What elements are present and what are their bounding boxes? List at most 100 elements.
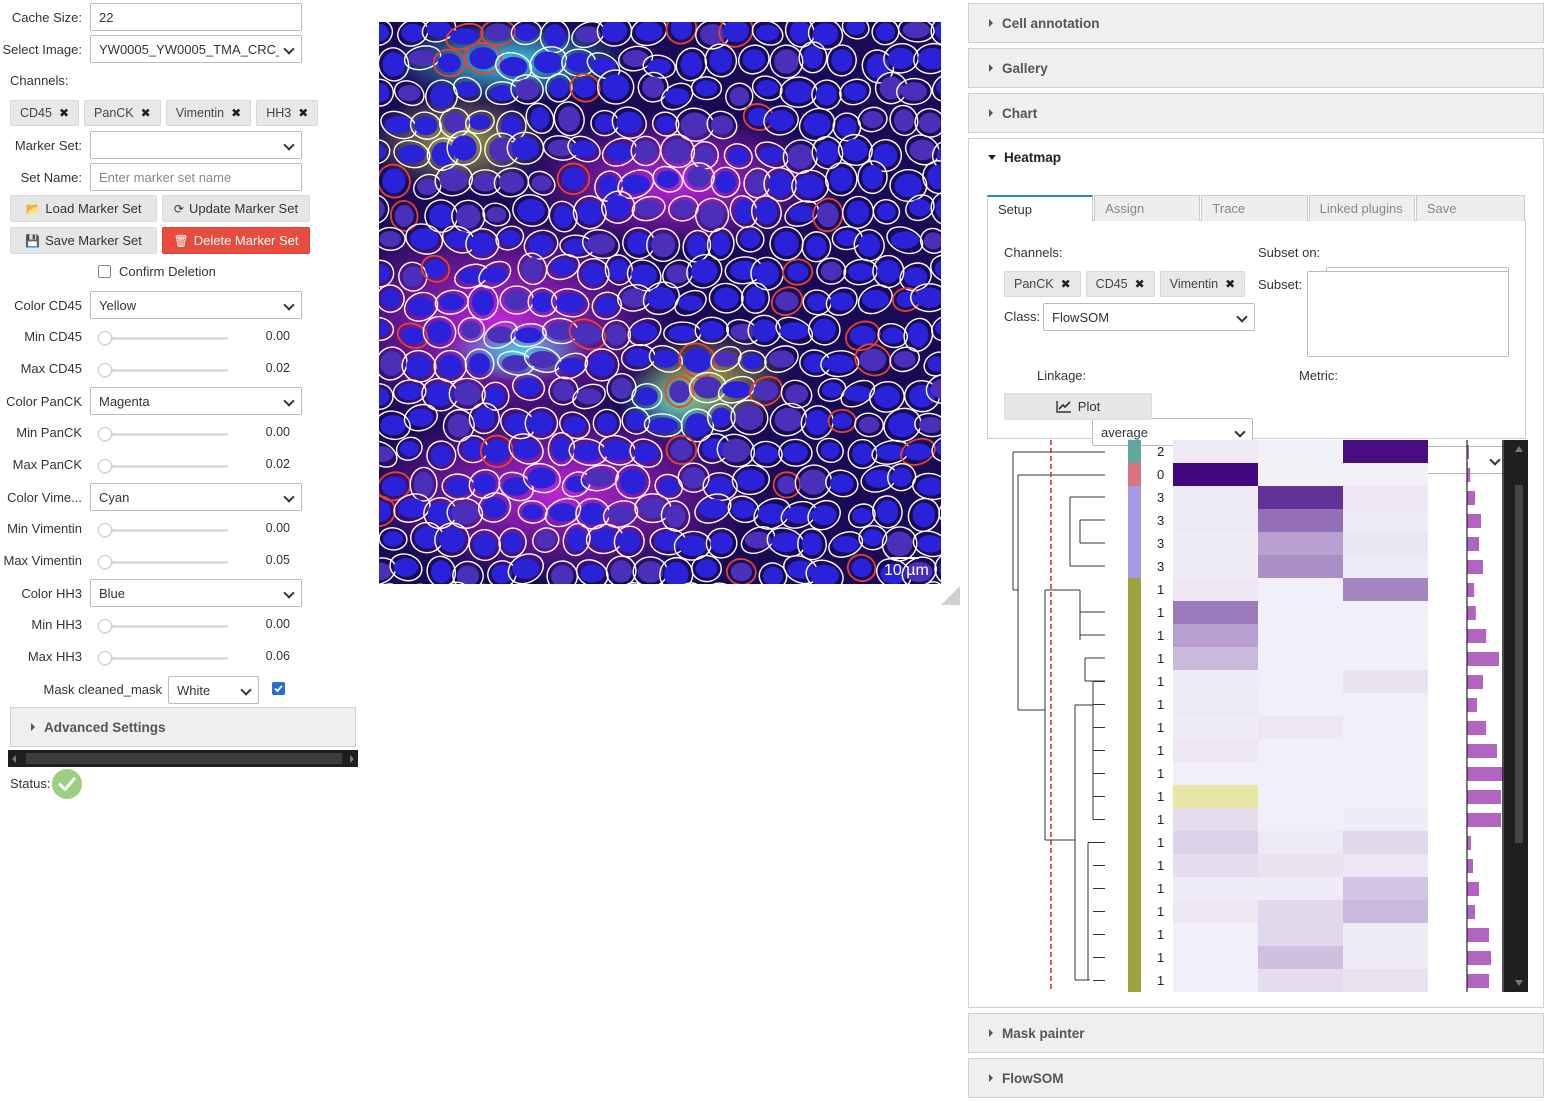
slider-thumb[interactable]: [98, 459, 112, 473]
save-marker-set-button[interactable]: 💾 Save Marker Set: [10, 227, 157, 254]
confirm-deletion-checkbox[interactable]: [98, 265, 111, 278]
heatmap-cell: [1343, 739, 1428, 762]
nucleus: [821, 382, 843, 398]
nucleus: [815, 84, 838, 106]
min-vimentin-slider[interactable]: [98, 523, 228, 537]
heatmap-cell: [1343, 831, 1428, 854]
nucleus: [536, 531, 556, 549]
channel-tag-panck[interactable]: PanCK ✖: [1004, 271, 1081, 297]
nucleus: [425, 259, 446, 278]
nucleus: [633, 443, 659, 463]
min-cd45-slider[interactable]: [98, 331, 228, 345]
max-vimentin-slider[interactable]: [98, 555, 228, 569]
channel-tag-vimentin[interactable]: Vimentin ✖: [1159, 271, 1246, 297]
tab-setup[interactable]: Setup: [987, 195, 1094, 222]
tab-linked-plugins[interactable]: Linked plugins: [1308, 195, 1415, 221]
min-hh3-slider[interactable]: [98, 619, 228, 633]
button-label: Load Marker Set: [45, 201, 142, 216]
set-name-input[interactable]: Enter marker set name: [90, 163, 302, 191]
remove-icon[interactable]: ✖: [298, 106, 308, 120]
nucleus: [502, 477, 530, 496]
nucleus: [451, 135, 477, 161]
heatmap-cell: [1343, 877, 1428, 900]
class-color-strip: [1128, 509, 1141, 532]
heatmap-cell: [1258, 601, 1343, 624]
min-panck-slider[interactable]: [98, 427, 228, 441]
class-color-strip: [1128, 831, 1141, 854]
cache-size-input[interactable]: 22: [90, 3, 302, 31]
subset-listbox[interactable]: [1307, 271, 1509, 357]
accordion-mask-painter[interactable]: Mask painter: [968, 1013, 1544, 1053]
color-cd45-dropdown[interactable]: Yellow: [90, 291, 302, 319]
remove-icon[interactable]: ✖: [231, 106, 241, 120]
marker-set-dropdown[interactable]: [90, 131, 302, 159]
class-dropdown[interactable]: FlowSOM: [1043, 303, 1255, 331]
scrollbar-thumb[interactable]: [1515, 485, 1523, 843]
slider-thumb[interactable]: [98, 331, 112, 345]
tab-save[interactable]: Save: [1415, 195, 1525, 221]
scroll-right-icon[interactable]: [350, 755, 354, 763]
remove-icon[interactable]: ✖: [1135, 277, 1145, 291]
max-hh3-slider[interactable]: [98, 651, 228, 665]
nucleus: [825, 354, 855, 373]
nucleus: [511, 136, 540, 160]
color-panck-dropdown[interactable]: Magenta: [90, 387, 302, 415]
mask-checkbox[interactable]: [272, 682, 285, 695]
class-color-strip: [1128, 739, 1141, 762]
advanced-settings-accordion[interactable]: Advanced Settings: [10, 707, 356, 747]
heatmap-cell: [1173, 969, 1258, 992]
accordion-cell-annotation[interactable]: Cell annotation: [968, 3, 1544, 43]
channel-tag-cd45[interactable]: CD45 ✖: [1085, 271, 1155, 297]
remove-icon[interactable]: ✖: [141, 106, 151, 120]
load-marker-set-button[interactable]: 📂 Load Marker Set: [10, 195, 157, 222]
nucleus: [616, 111, 643, 134]
scroll-left-icon[interactable]: [12, 755, 16, 763]
slider-thumb[interactable]: [98, 555, 112, 569]
nucleus: [574, 78, 596, 98]
scrollbar-thumb[interactable]: [26, 753, 342, 764]
nucleus: [656, 115, 676, 133]
nucleus: [380, 288, 401, 309]
mask-color-dropdown[interactable]: White: [168, 676, 259, 704]
color-hh3-label: Color HH3: [21, 585, 82, 601]
nucleus: [820, 442, 840, 459]
button-label: Plot: [1077, 399, 1101, 414]
remove-icon[interactable]: ✖: [1225, 277, 1235, 291]
color-hh3-dropdown[interactable]: Blue: [90, 579, 302, 607]
max-panck-slider[interactable]: [98, 459, 228, 473]
max-cd45-slider[interactable]: [98, 363, 228, 377]
channel-tag-vimentin[interactable]: Vimentin ✖: [165, 100, 252, 126]
accordion-chart[interactable]: Chart: [968, 93, 1544, 133]
accordion-gallery[interactable]: Gallery: [968, 48, 1544, 88]
delete-marker-set-button[interactable]: 🗑 Delete Marker Set: [162, 227, 310, 254]
slider-thumb[interactable]: [98, 523, 112, 537]
channel-tag-cd45[interactable]: CD45 ✖: [10, 100, 80, 126]
slider-thumb[interactable]: [98, 363, 112, 377]
slider-thumb[interactable]: [98, 427, 112, 441]
heatmap-header[interactable]: Heatmap: [988, 150, 1061, 165]
tab-trace[interactable]: Trace: [1201, 195, 1308, 221]
nucleus: [658, 478, 679, 495]
select-image-dropdown[interactable]: YW0005_YW0005_TMA_CRC_: [90, 35, 302, 63]
color-vimentin-dropdown[interactable]: Cyan: [90, 483, 302, 511]
channel-tag-hh3[interactable]: HH3 ✖: [256, 100, 319, 126]
heatmap-cell: [1173, 785, 1258, 808]
horizontal-scrollbar[interactable]: [8, 750, 358, 767]
nucleus: [485, 23, 511, 42]
remove-icon[interactable]: ✖: [1061, 277, 1071, 291]
nucleus: [393, 558, 419, 577]
tissue-image[interactable]: 10 µm: [379, 22, 941, 584]
plot-button[interactable]: Plot: [1004, 393, 1152, 420]
tab-assign[interactable]: Assign: [1094, 195, 1201, 221]
slider-thumb[interactable]: [98, 651, 112, 665]
slider-thumb[interactable]: [98, 619, 112, 633]
heatmap-cell: [1173, 900, 1258, 923]
accordion-flowsom[interactable]: FlowSOM: [968, 1058, 1544, 1098]
update-marker-set-button[interactable]: ⟳ Update Marker Set: [162, 195, 310, 222]
status-ok-icon: [52, 769, 82, 799]
channel-tag-panck[interactable]: PanCK ✖: [84, 100, 161, 126]
heatmap-cell: [1258, 532, 1343, 555]
remove-icon[interactable]: ✖: [59, 106, 69, 120]
resize-handle-icon[interactable]: [941, 586, 960, 605]
nucleus: [894, 109, 914, 132]
